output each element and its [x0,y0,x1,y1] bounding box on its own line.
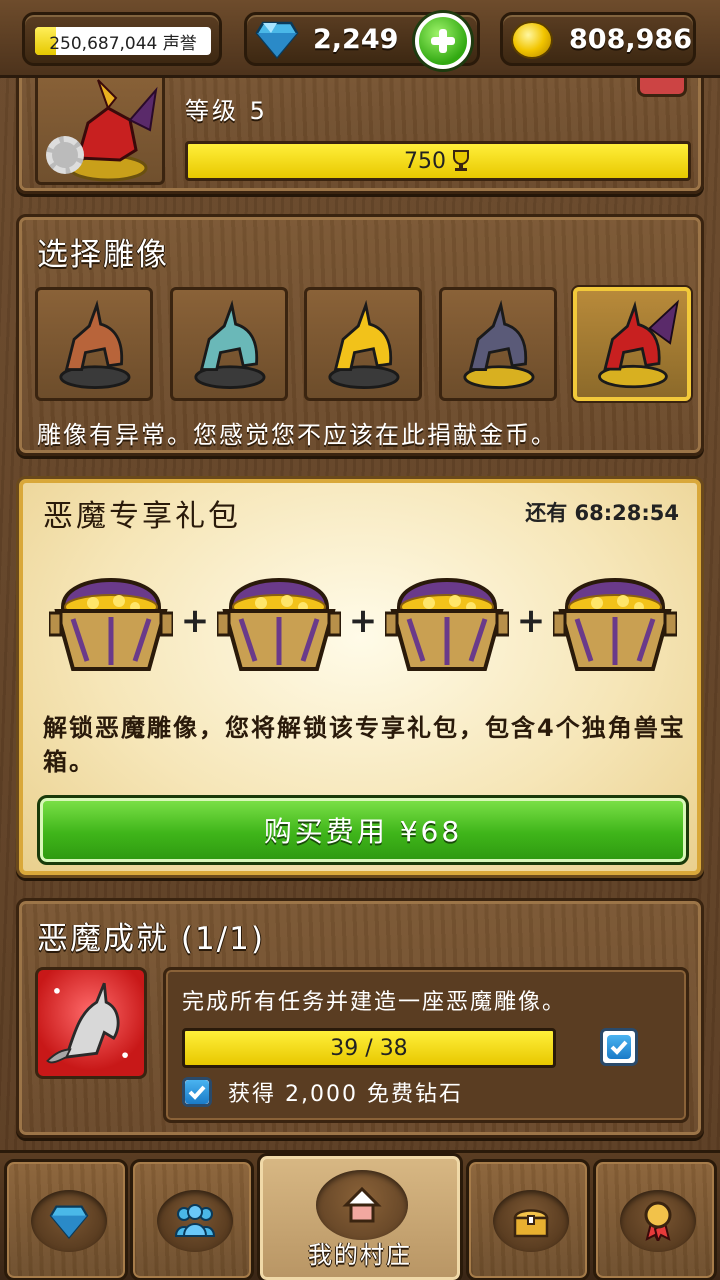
nav-gems-button[interactable] [4,1159,128,1280]
treasure-chest-icon [551,561,679,681]
select-statue-title: 选择雕像 [37,237,169,273]
statue-slot-dark-unicorn[interactable] [438,287,557,401]
statue-description: 雕像有异常。您感觉您不应该在此捐献金币。 [37,421,557,449]
gear-icon[interactable] [46,136,84,174]
nav-village-label: 我的村庄 [308,1241,412,1269]
achievement-complete-checkbox[interactable] [600,1028,638,1066]
achievement-box: 完成所有任务并建造一座恶魔雕像。 39 / 38 获得 2,000 免费钻石 [163,967,689,1123]
dark-unicorn-icon [462,299,534,389]
plus-sign: + [348,601,378,641]
select-statue-panel: 选择雕像 雕像有异常。您感觉您不应该在此捐献金币。 [16,214,704,456]
trophy-icon [453,150,469,171]
friends-icon [174,1204,216,1237]
nav-chest-circle [493,1190,569,1252]
statue-level: 等级 5 [185,97,268,125]
unicorn-badge-icon [46,982,128,1064]
reputation-pill[interactable]: 250,687,044 声誉 [22,12,222,66]
treasure-chest-icon [513,1209,549,1238]
cyan-unicorn-icon [193,299,265,389]
nav-chest-button[interactable] [466,1159,590,1280]
diamond-icon [49,1205,89,1239]
demon-offer-panel: 恶魔专享礼包 还有 68:28:54 + + + 解锁恶魔雕像，您将解锁该专享礼包，… [16,476,704,878]
gems-value: 2,249 [313,23,399,55]
plus-sign: + [516,601,546,641]
nav-friends-circle [157,1190,233,1252]
checkmark-icon [610,1040,628,1055]
statue-slot-demon-unicorn[interactable] [573,287,691,401]
reward-text: 获得 2,000 免费钻石 [228,1082,463,1107]
offer-title: 恶魔专享礼包 [43,499,241,534]
buy-button[interactable]: 购买费用 ¥68 [37,795,689,865]
top-status-bar: 250,687,044 声誉 2,249 808,986 [0,0,720,78]
demon-unicorn-icon [598,299,679,389]
achievement-progress-bar: 39 / 38 [182,1028,556,1068]
gold-coin-icon [511,21,553,59]
offer-timer: 还有 68:28:54 [525,501,679,525]
medal-icon [644,1201,672,1241]
achievement-progress-text: 39 / 38 [330,1035,408,1061]
statue-slot-cyan-unicorn[interactable] [169,287,288,401]
checkmark-icon [188,1085,206,1100]
nav-gems-circle [31,1190,107,1252]
trophy-value: 750 [404,148,446,174]
nav-village-button[interactable]: 我的村庄 [257,1153,463,1280]
reputation-bar: 250,687,044 声誉 [35,27,211,55]
treasure-chest-icon [383,561,511,681]
gold-pill[interactable]: 808,986 [500,12,696,66]
bottom-navigation: 我的村庄 [0,1150,720,1280]
achievement-panel: 恶魔成就 (1/1) 完成所有任务并建造一座恶魔雕像。 39 / 38 获得 2… [16,898,704,1138]
statue-slot-golden-unicorn[interactable] [304,287,422,401]
nav-achievements-button[interactable] [593,1159,717,1280]
reward-row: 获得 2,000 免费钻石 [182,1076,463,1108]
trophy-progress-bar: 750 [185,141,691,181]
reputation-text: 250,687,044 声誉 [49,33,197,54]
statue-slot-bronze-unicorn[interactable] [35,287,153,401]
bronze-unicorn-icon [59,299,131,389]
diamond-icon [255,21,299,59]
treasure-chest-icon [215,561,343,681]
nav-friends-button[interactable] [130,1159,254,1280]
achievement-badge [35,967,147,1079]
offer-description: 解锁恶魔雕像，您将解锁该专享礼包，包含4个独角兽宝箱。 [43,714,686,776]
home-icon [342,1186,382,1223]
statue-row [35,287,691,401]
gems-pill[interactable]: 2,249 [244,12,480,69]
add-gems-button[interactable] [415,13,471,69]
reward-checkbox[interactable] [182,1077,212,1107]
chest-row: + + + [47,561,679,681]
achievement-title: 恶魔成就 (1/1) [37,921,265,957]
golden-unicorn-icon [328,299,400,389]
treasure-chest-icon [47,561,175,681]
nav-achievements-circle [620,1190,696,1252]
plus-sign: + [180,601,210,641]
current-statue-image[interactable] [35,65,165,185]
achievement-description: 完成所有任务并建造一座恶魔雕像。 [182,990,567,1015]
nav-village-circle [316,1170,408,1240]
gold-value: 808,986 [569,23,692,55]
